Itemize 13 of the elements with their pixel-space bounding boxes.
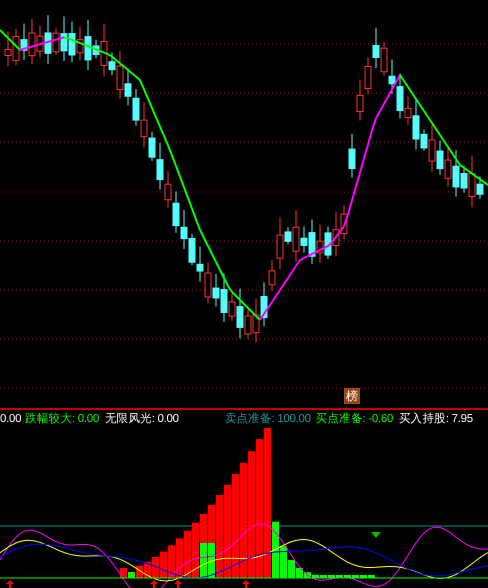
up-arrow-icon bbox=[6, 580, 14, 588]
candlestick bbox=[348, 133, 356, 178]
indicator-value: 0.00 bbox=[0, 412, 22, 427]
indicator-value: 买点准备: -0.60 bbox=[316, 412, 394, 427]
up-arrow-icon bbox=[150, 580, 158, 588]
down-triangle-icon bbox=[371, 532, 381, 538]
up-arrow-icon bbox=[242, 580, 250, 588]
indicator-value: 卖点准备: 100.00 bbox=[224, 412, 311, 427]
indicator-value: 买入持股: 7.95 bbox=[399, 412, 473, 427]
indicator-value: 跌幅较大: 0.00 bbox=[25, 412, 99, 427]
ranking-badge: 榜 bbox=[344, 388, 360, 404]
indicator-value: 无限风光: 0.00 bbox=[104, 412, 179, 427]
up-arrow-icon bbox=[174, 580, 182, 588]
